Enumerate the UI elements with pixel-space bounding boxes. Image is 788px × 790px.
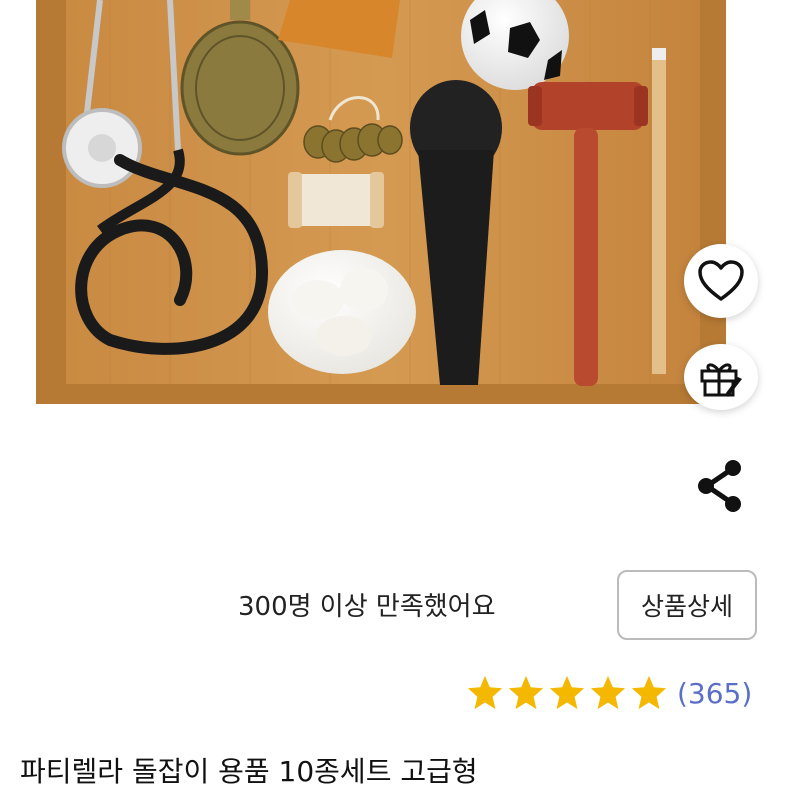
star-icon	[508, 675, 544, 710]
review-count[interactable]: (365)	[677, 677, 752, 710]
star-icon	[467, 675, 503, 710]
rating-row[interactable]: (365)	[466, 674, 752, 712]
product-title: 파티렐라 돌잡이 용품 10종세트 고급형	[20, 755, 478, 788]
heart-icon	[698, 260, 744, 301]
product-photo	[0, 0, 788, 410]
product-detail-button[interactable]: 상품상세	[617, 570, 757, 640]
star-icon	[631, 675, 667, 710]
star-icon	[590, 675, 626, 710]
satisfaction-text: 300명 이상 만족했어요	[238, 592, 496, 622]
wishlist-button[interactable]	[684, 244, 758, 318]
star-icon	[549, 675, 585, 710]
share-button[interactable]	[692, 456, 748, 516]
gift-icon	[700, 363, 742, 397]
gift-button[interactable]	[684, 344, 758, 410]
share-icon	[698, 460, 741, 512]
product-image	[0, 0, 788, 410]
